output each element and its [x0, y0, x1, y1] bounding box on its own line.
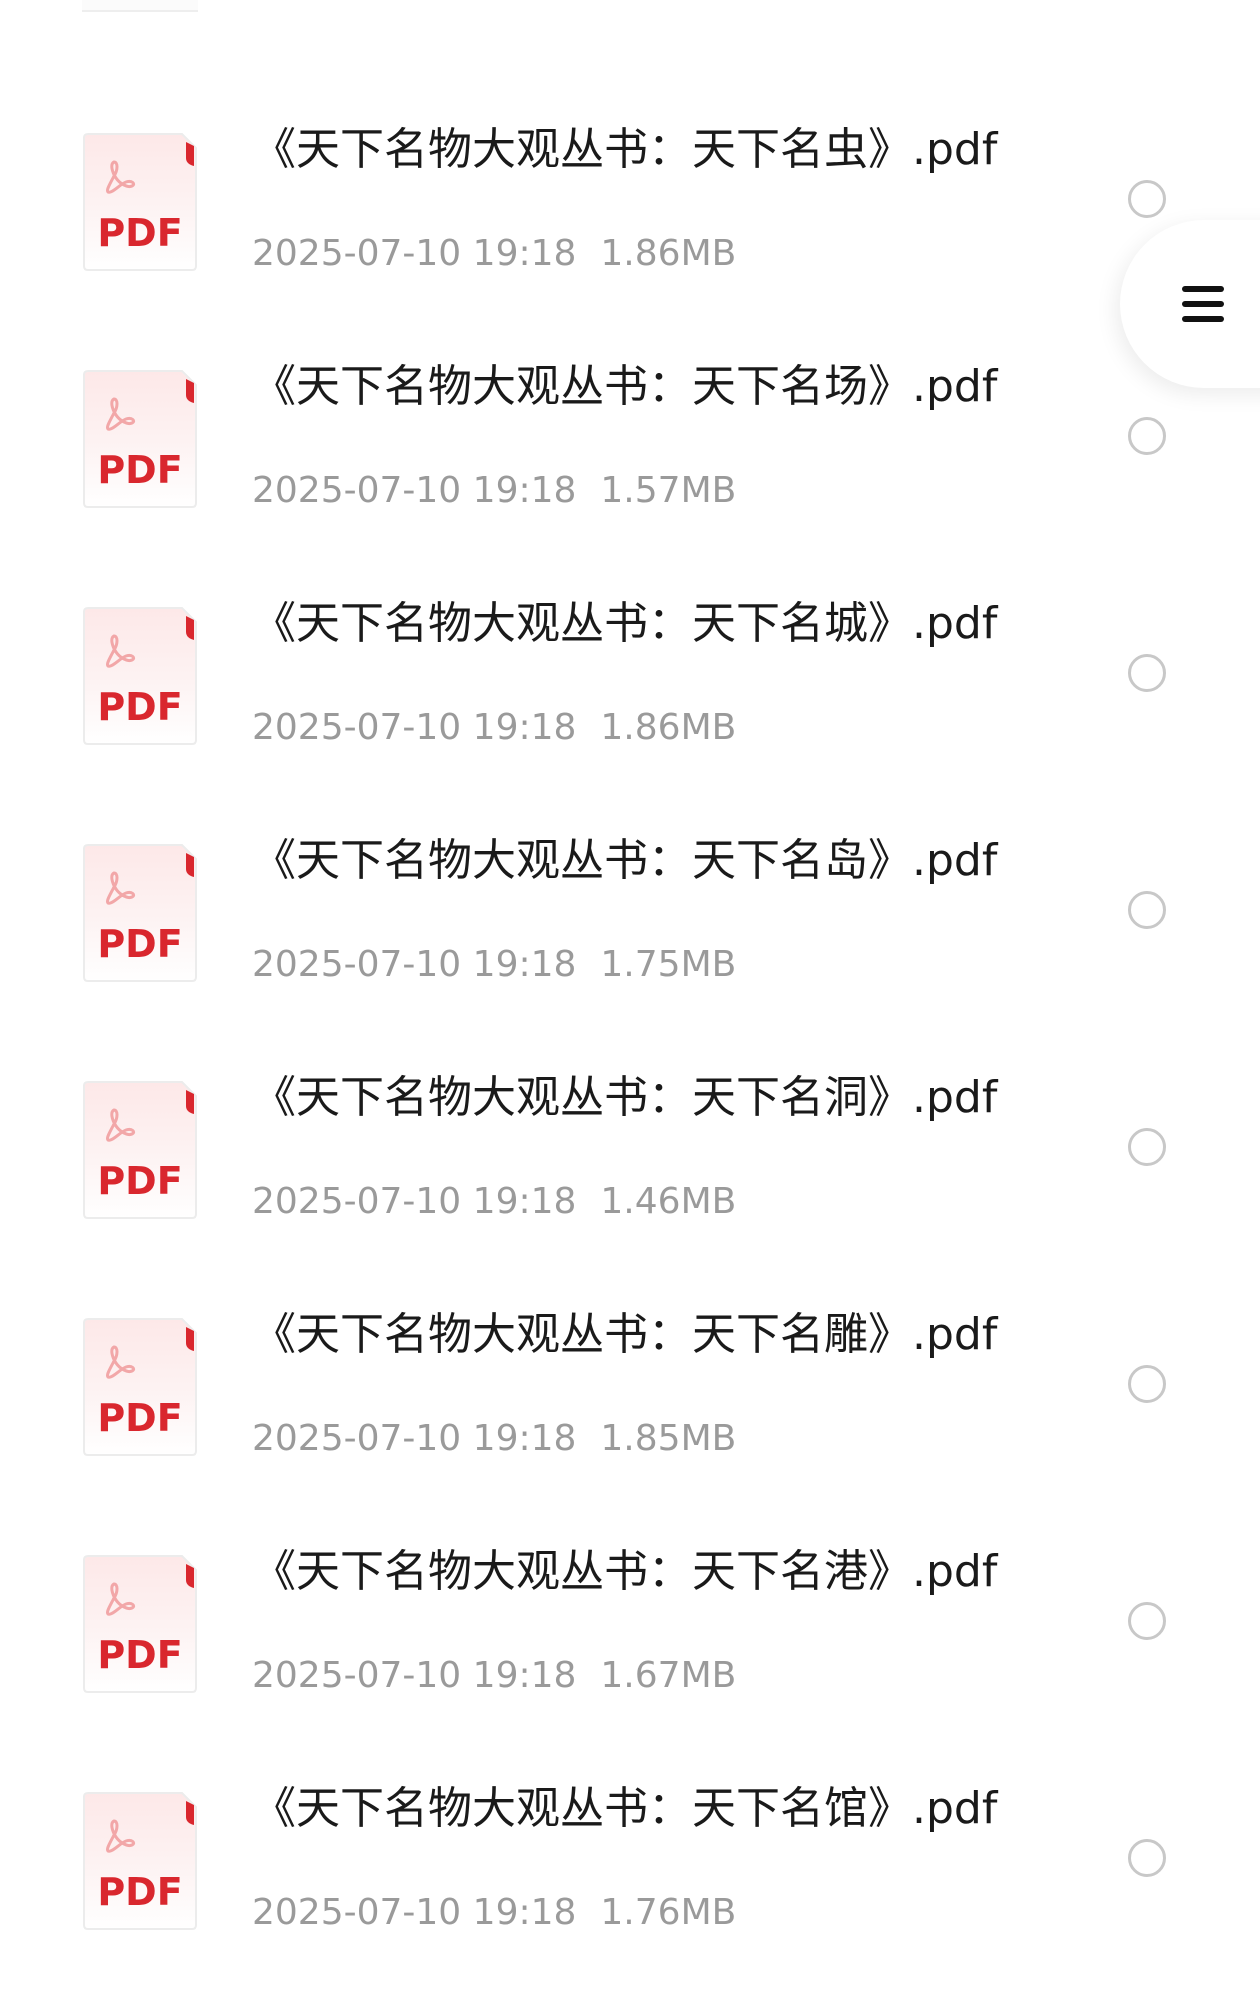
pdf-label: PDF [97, 211, 182, 255]
file-list-item[interactable]: PDF 《天下名物大观丛书：天下名虫》.pdf 2025-07-10 19:18… [0, 100, 1260, 338]
file-name: 《天下名物大观丛书：天下名虫》.pdf [252, 124, 998, 175]
file-date: 2025-07-10 19:18 [252, 707, 577, 748]
file-date: 2025-07-10 19:18 [252, 470, 577, 511]
file-list-item[interactable]: PDF 《天下名物大观丛书：天下名场》.pdf 2025-07-10 19:18… [0, 337, 1260, 575]
file-size: 1.86MB [600, 707, 737, 748]
file-meta: 2025-07-10 19:18 1.86MB [252, 706, 736, 750]
pdf-label: PDF [97, 922, 182, 966]
select-radio-button[interactable] [1128, 180, 1166, 218]
file-list-item[interactable]: PDF 《天下名物大观丛书：天下名岛》.pdf 2025-07-10 19:18… [0, 811, 1260, 1049]
pdf-file-icon: PDF [82, 1791, 198, 1931]
file-name: 《天下名物大观丛书：天下名岛》.pdf [252, 835, 998, 886]
file-date: 2025-07-10 19:18 [252, 233, 577, 274]
pdf-file-icon: PDF [82, 843, 198, 983]
file-list-item[interactable]: PDF 《天下名物大观丛书：天下名馆》.pdf 2025-07-10 19:18… [0, 1759, 1260, 1997]
pdf-label: PDF [97, 1870, 182, 1914]
pdf-label: PDF [97, 1159, 182, 1203]
select-radio-button[interactable] [1128, 1128, 1166, 1166]
file-name: 《天下名物大观丛书：天下名洞》.pdf [252, 1072, 998, 1123]
file-name: 《天下名物大观丛书：天下名雕》.pdf [252, 1309, 998, 1360]
file-meta: 2025-07-10 19:18 1.67MB [252, 1654, 736, 1698]
pdf-label: PDF [97, 1633, 182, 1677]
pdf-label: PDF [97, 1396, 182, 1440]
file-name: 《天下名物大观丛书：天下名场》.pdf [252, 361, 998, 412]
file-date: 2025-07-10 19:18 [252, 1655, 577, 1696]
pdf-file-icon: PDF [82, 132, 198, 272]
file-name: 《天下名物大观丛书：天下名城》.pdf [252, 598, 998, 649]
pdf-label: PDF [97, 448, 182, 492]
file-meta: 2025-07-10 19:18 1.86MB [252, 232, 736, 276]
file-meta: 2025-07-10 19:18 1.76MB [252, 1891, 736, 1935]
file-list-item[interactable]: PDF 《天下名物大观丛书：天下名洞》.pdf 2025-07-10 19:18… [0, 1048, 1260, 1286]
pdf-file-icon: PDF [82, 369, 198, 509]
file-list-item[interactable]: PDF 《天下名物大观丛书：天下名城》.pdf 2025-07-10 19:18… [0, 574, 1260, 812]
file-list: PDF 《天下名物大观丛书：天下名虫》.pdf 2025-07-10 19:18… [0, 0, 1260, 1933]
select-radio-button[interactable] [1128, 1839, 1166, 1877]
file-meta: 2025-07-10 19:18 1.57MB [252, 469, 736, 513]
pdf-file-icon: PDF [82, 1554, 198, 1694]
select-radio-button[interactable] [1128, 1602, 1166, 1640]
select-radio-button[interactable] [1128, 654, 1166, 692]
file-size: 1.57MB [600, 470, 737, 511]
file-size: 1.75MB [600, 944, 737, 985]
pdf-file-icon: PDF [82, 1317, 198, 1457]
previous-item-edge [82, 0, 198, 12]
file-meta: 2025-07-10 19:18 1.75MB [252, 943, 736, 987]
pdf-file-icon: PDF [82, 606, 198, 746]
file-size: 1.85MB [600, 1418, 737, 1459]
select-radio-button[interactable] [1128, 417, 1166, 455]
file-list-item[interactable]: PDF 《天下名物大观丛书：天下名港》.pdf 2025-07-10 19:18… [0, 1522, 1260, 1760]
file-size: 1.67MB [600, 1655, 737, 1696]
file-date: 2025-07-10 19:18 [252, 1892, 577, 1933]
hamburger-menu-icon [1182, 282, 1226, 326]
file-meta: 2025-07-10 19:18 1.46MB [252, 1180, 736, 1224]
file-size: 1.76MB [600, 1892, 737, 1933]
select-radio-button[interactable] [1128, 1365, 1166, 1403]
select-radio-button[interactable] [1128, 891, 1166, 929]
file-date: 2025-07-10 19:18 [252, 1181, 577, 1222]
pdf-file-icon: PDF [82, 1080, 198, 1220]
file-name: 《天下名物大观丛书：天下名港》.pdf [252, 1546, 998, 1597]
file-size: 1.86MB [600, 233, 737, 274]
file-size: 1.46MB [600, 1181, 737, 1222]
file-list-item[interactable]: PDF 《天下名物大观丛书：天下名雕》.pdf 2025-07-10 19:18… [0, 1285, 1260, 1523]
file-name: 《天下名物大观丛书：天下名馆》.pdf [252, 1783, 998, 1834]
file-meta: 2025-07-10 19:18 1.85MB [252, 1417, 736, 1461]
file-date: 2025-07-10 19:18 [252, 1418, 577, 1459]
pdf-label: PDF [97, 685, 182, 729]
file-date: 2025-07-10 19:18 [252, 944, 577, 985]
